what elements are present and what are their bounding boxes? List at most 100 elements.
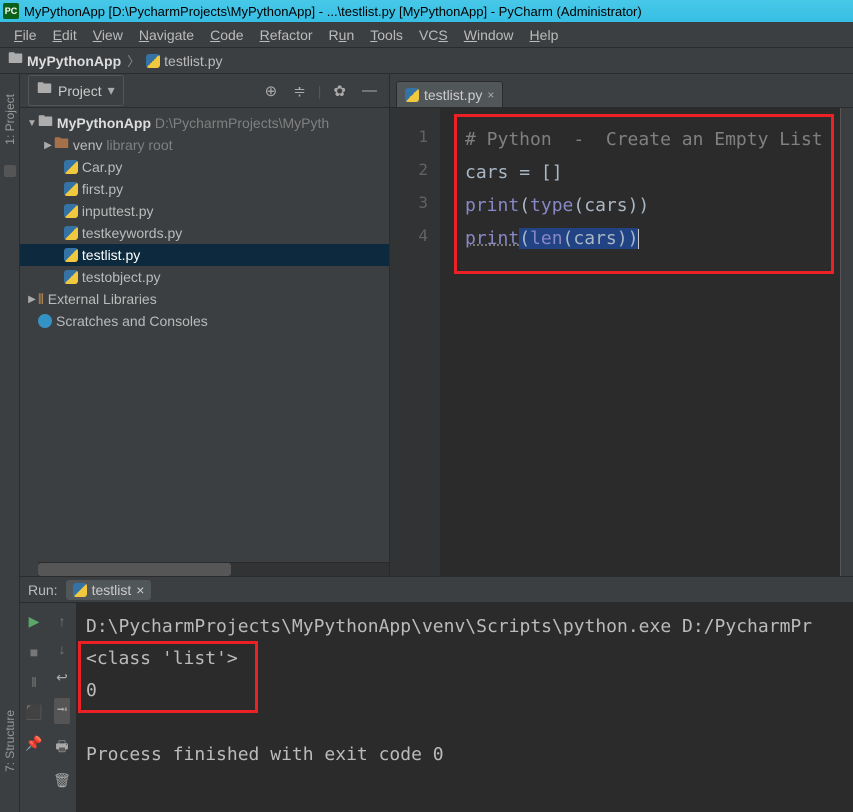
tree-file-label: first.py — [82, 181, 123, 197]
scratches-icon — [38, 314, 52, 328]
breadcrumb: 🖿 MyPythonApp 〉 testlist.py — [0, 48, 853, 74]
editor-tab[interactable]: testlist.py × — [396, 81, 503, 107]
editor-body[interactable]: 1 2 3 4 # Python - Create an Empty List … — [390, 108, 853, 576]
console-line: Process finished with exit code 0 — [86, 744, 444, 765]
run-label: Run: — [28, 582, 58, 598]
breadcrumb-file[interactable]: testlist.py — [146, 53, 222, 69]
hide-icon[interactable]: — — [358, 82, 381, 99]
window-title: MyPythonApp [D:\PycharmProjects\MyPython… — [24, 4, 642, 19]
collapse-icon[interactable]: ≑ — [289, 82, 310, 100]
exit-icon[interactable]: ⬛ — [25, 704, 42, 721]
tree-file-label: testkeywords.py — [82, 225, 182, 241]
line-number: 3 — [390, 186, 428, 219]
run-panel: Run: testlist × ▶ ■ ‖ ⬛ 📌 ↑ ↓ — [20, 577, 853, 812]
menu-help[interactable]: Help — [522, 24, 567, 46]
python-file-icon — [64, 248, 78, 262]
close-icon[interactable]: × — [487, 88, 494, 102]
tree-file-selected[interactable]: testlist.py — [20, 244, 389, 266]
python-file-icon — [405, 88, 419, 102]
tree-file[interactable]: first.py — [20, 178, 389, 200]
tree-venv-name: venv — [73, 137, 103, 153]
run-actions-col-2: ↑ ↓ ↩ ⭲ 🖶 🗑 — [48, 603, 76, 812]
tree-scratches[interactable]: Scratches and Consoles — [20, 310, 389, 332]
tree-file-label: testobject.py — [82, 269, 161, 285]
tree-external-label: External Libraries — [48, 291, 157, 307]
folder-icon: 🖿 — [8, 48, 23, 73]
tree-file[interactable]: inputtest.py — [20, 200, 389, 222]
pin-icon[interactable]: 📌 — [25, 735, 42, 752]
code-line-3: print(type(cars)) — [465, 195, 649, 216]
editor-tab-label: testlist.py — [424, 87, 482, 103]
side-tab-structure[interactable]: 7: Structure — [3, 710, 17, 772]
tree-file[interactable]: testkeywords.py — [20, 222, 389, 244]
menu-tools[interactable]: Tools — [362, 24, 411, 46]
folder-icon: 🖿 — [38, 112, 53, 134]
code-line-2: cars = [] — [465, 162, 563, 183]
folder-icon: 🖿 — [37, 78, 52, 103]
scroll-end-icon[interactable]: ⭲ — [54, 698, 71, 724]
tree-file-label: testlist.py — [82, 247, 140, 263]
line-number: 1 — [390, 120, 428, 153]
tree-root[interactable]: ▼ 🖿 MyPythonApp D:\PycharmProjects\MyPyt… — [20, 112, 389, 134]
python-file-icon — [146, 54, 160, 68]
clear-icon[interactable]: 🗑 — [53, 772, 71, 789]
tree-file[interactable]: Car.py — [20, 156, 389, 178]
menu-code[interactable]: Code — [202, 24, 251, 46]
close-icon[interactable]: × — [136, 582, 144, 598]
menu-navigate[interactable]: Navigate — [131, 24, 202, 46]
project-tree[interactable]: ▼ 🖿 MyPythonApp D:\PycharmProjects\MyPyt… — [20, 108, 389, 576]
tree-file-label: Car.py — [82, 159, 122, 175]
project-panel: 🖿 Project ▾ ⊕ ≑ | ✿ — ▼ 🖿 MyPythonAp — [20, 74, 390, 576]
python-file-icon — [64, 226, 78, 240]
menu-vcs[interactable]: VCS — [411, 24, 456, 46]
side-tab-icon[interactable] — [4, 165, 16, 177]
editor-tabs: testlist.py × — [390, 74, 853, 108]
scrollbar-thumb[interactable] — [38, 563, 231, 576]
expand-icon[interactable]: ▼ — [26, 118, 38, 129]
gear-icon[interactable]: ✿ — [329, 82, 350, 100]
tree-venv[interactable]: ▶ 🖿 venv library root — [20, 134, 389, 156]
run-config-tab[interactable]: testlist × — [66, 580, 152, 600]
side-tab-project[interactable]: 1: Project — [3, 94, 17, 145]
menu-refactor[interactable]: Refactor — [252, 24, 321, 46]
print-icon[interactable]: 🖶 — [55, 736, 68, 760]
locate-icon[interactable]: ⊕ — [261, 82, 282, 100]
breadcrumb-file-label: testlist.py — [164, 53, 222, 69]
run-panel-header: Run: testlist × — [20, 577, 853, 603]
down-icon[interactable]: ↓ — [59, 641, 66, 657]
up-icon[interactable]: ↑ — [59, 613, 66, 629]
soft-wrap-icon[interactable]: ↩ — [56, 669, 68, 686]
menu-view[interactable]: View — [85, 24, 131, 46]
console-output[interactable]: D:\PycharmProjects\MyPythonApp\venv\Scri… — [76, 603, 853, 812]
line-number: 4 — [390, 219, 428, 252]
menu-window[interactable]: Window — [456, 24, 522, 46]
pause-icon[interactable]: ‖ — [31, 674, 37, 690]
code-area[interactable]: # Python - Create an Empty List cars = [… — [440, 108, 841, 576]
run-actions-col-1: ▶ ■ ‖ ⬛ 📌 — [20, 603, 48, 812]
tree-root-name: MyPythonApp — [57, 115, 151, 131]
line-number: 2 — [390, 153, 428, 186]
menu-run[interactable]: Run — [321, 24, 363, 46]
python-file-icon — [73, 583, 87, 597]
menu-edit[interactable]: Edit — [45, 24, 85, 46]
code-comment: # Python - Create an Empty List — [465, 129, 823, 150]
library-icon: ⫴ — [38, 291, 44, 308]
console-line: <class 'list'> — [86, 648, 238, 669]
rerun-icon[interactable]: ▶ — [29, 613, 40, 630]
line-gutter: 1 2 3 4 — [390, 108, 440, 576]
tree-root-path: D:\PycharmProjects\MyPyth — [155, 115, 329, 131]
project-view-selector[interactable]: 🖿 Project ▾ — [28, 75, 124, 106]
editor-panel: testlist.py × 1 2 3 4 # Python - Create … — [390, 74, 853, 576]
tree-h-scrollbar[interactable] — [38, 562, 389, 576]
left-tool-tabs: 1: Project 7: Structure — [0, 74, 20, 812]
menu-file[interactable]: File — [6, 24, 45, 46]
expand-icon[interactable]: ▶ — [42, 140, 54, 151]
stop-icon[interactable]: ■ — [30, 644, 38, 660]
tree-external[interactable]: ▶ ⫴ External Libraries — [20, 288, 389, 310]
project-panel-title: Project — [58, 83, 102, 99]
tree-file[interactable]: testobject.py — [20, 266, 389, 288]
editor-marker-bar[interactable] — [841, 108, 853, 576]
expand-icon[interactable]: ▶ — [26, 294, 38, 305]
breadcrumb-project[interactable]: 🖿 MyPythonApp — [8, 48, 121, 73]
python-file-icon — [64, 270, 78, 284]
